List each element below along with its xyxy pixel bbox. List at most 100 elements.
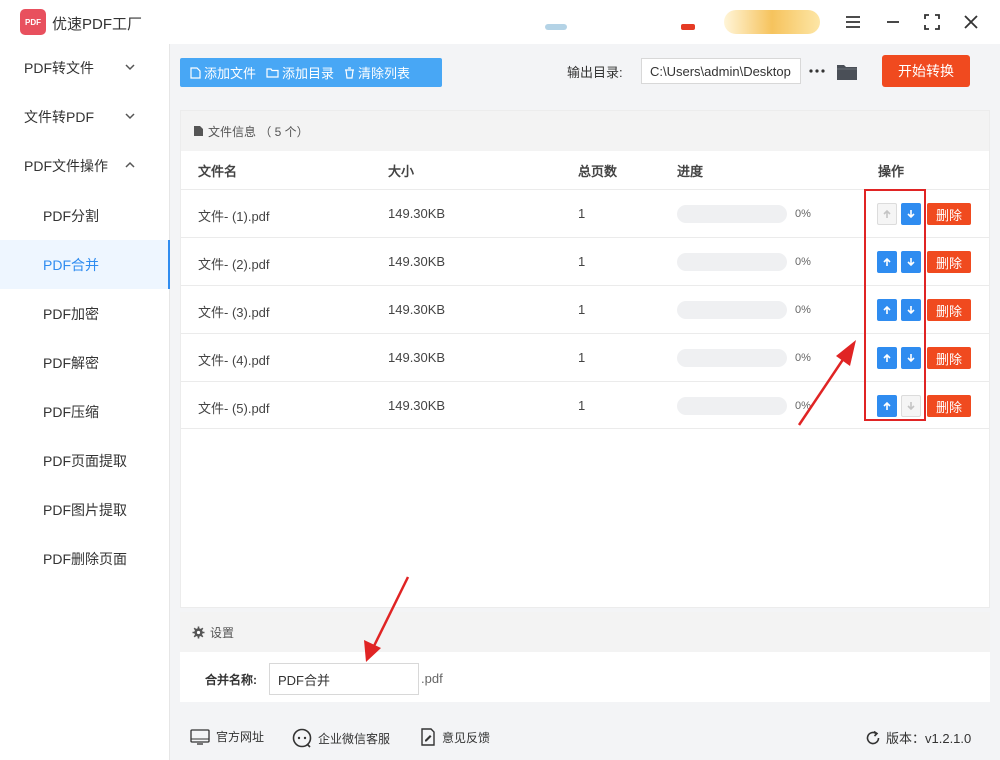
sidebar-item-label: PDF删除页面 bbox=[43, 550, 127, 567]
wechat-service-label: 企业微信客服 bbox=[318, 731, 391, 746]
file-info-header: 文件信息 （ 5 个） bbox=[181, 111, 989, 151]
progress-percent: 0% bbox=[795, 208, 811, 220]
column-header-actions: 操作 bbox=[878, 164, 905, 179]
delete-button[interactable]: 删除 bbox=[927, 299, 971, 321]
version-label: 版本：v1.2.1.0 bbox=[886, 731, 972, 746]
close-icon[interactable] bbox=[957, 8, 985, 36]
more-icon[interactable] bbox=[808, 62, 826, 80]
logo-text: PDF bbox=[25, 17, 41, 27]
file-pages: 1 bbox=[578, 350, 586, 365]
chevron-down-icon bbox=[125, 64, 135, 71]
feedback-label: 意见反馈 bbox=[442, 730, 491, 745]
sidebar-item-pdf-page-extract[interactable]: PDF页面提取 bbox=[0, 436, 170, 485]
promo-decoration bbox=[681, 24, 695, 30]
settings-header: 设置 bbox=[180, 612, 990, 652]
fullscreen-icon[interactable] bbox=[918, 8, 946, 36]
file-pages: 1 bbox=[578, 398, 586, 413]
sidebar-item-label: PDF加密 bbox=[43, 305, 99, 322]
merge-name-input[interactable] bbox=[269, 663, 419, 695]
sidebar-group-pdf-to-file[interactable]: PDF转文件 bbox=[0, 44, 170, 92]
sidebar-item-pdf-split[interactable]: PDF分割 bbox=[0, 191, 170, 240]
chat-icon bbox=[292, 728, 312, 748]
delete-button[interactable]: 删除 bbox=[927, 203, 971, 225]
chevron-down-icon bbox=[125, 113, 135, 120]
trash-icon bbox=[345, 66, 355, 79]
start-convert-button[interactable]: 开始转换 bbox=[882, 55, 970, 87]
sidebar-group-pdf-operations[interactable]: PDF文件操作 bbox=[0, 142, 170, 190]
feedback-icon bbox=[421, 728, 435, 746]
promo-decoration bbox=[545, 24, 567, 30]
app-logo: PDF bbox=[20, 9, 46, 35]
progress-percent: 0% bbox=[795, 256, 811, 268]
file-name: 文件- (5).pdf bbox=[198, 401, 270, 416]
delete-button[interactable]: 删除 bbox=[927, 251, 971, 273]
app-window: PDF 优速PDF工厂 PDF转文件 文件转PDF PDF文件操作 PDF分割 … bbox=[0, 0, 1000, 760]
sidebar: PDF转文件 文件转PDF PDF文件操作 PDF分割 PDF合并 PDF加密 … bbox=[0, 44, 170, 760]
app-title: 优速PDF工厂 bbox=[52, 16, 143, 33]
file-name: 文件- (2).pdf bbox=[198, 257, 270, 272]
add-file-label: 添加文件 bbox=[204, 66, 257, 81]
sidebar-item-pdf-delete-pages[interactable]: PDF删除页面 bbox=[0, 534, 170, 583]
file-size: 149.30KB bbox=[388, 302, 446, 317]
sidebar-group-label: 文件转PDF bbox=[24, 109, 94, 125]
version-info: 版本：v1.2.1.0 bbox=[865, 728, 971, 747]
website-link[interactable]: 官方网址 bbox=[190, 728, 264, 745]
delete-button[interactable]: 删除 bbox=[927, 395, 971, 417]
add-folder-label: 添加目录 bbox=[282, 66, 335, 81]
sidebar-item-label: PDF合并 bbox=[43, 256, 99, 273]
progress-bar bbox=[677, 205, 787, 223]
file-icon bbox=[190, 66, 201, 79]
file-pages: 1 bbox=[578, 254, 586, 269]
sidebar-group-file-to-pdf[interactable]: 文件转PDF bbox=[0, 93, 170, 141]
sidebar-item-pdf-merge[interactable]: PDF合并 bbox=[0, 240, 170, 289]
gear-icon bbox=[192, 626, 205, 638]
settings-panel: 设置 合并名称: .pdf bbox=[180, 612, 990, 702]
progress-bar bbox=[677, 397, 787, 415]
progress-bar bbox=[677, 301, 787, 319]
file-pages: 1 bbox=[578, 302, 586, 317]
progress-bar bbox=[677, 253, 787, 271]
sidebar-item-label: PDF分割 bbox=[43, 207, 99, 224]
delete-button[interactable]: 删除 bbox=[927, 347, 971, 369]
website-icon bbox=[190, 728, 210, 745]
file-size: 149.30KB bbox=[388, 350, 446, 365]
output-dir-label: 输出目录: bbox=[567, 65, 623, 80]
file-name: 文件- (4).pdf bbox=[198, 353, 270, 368]
settings-title: 设置 bbox=[210, 625, 235, 640]
website-label: 官方网址 bbox=[216, 730, 265, 744]
chevron-up-icon bbox=[125, 161, 135, 168]
sidebar-item-pdf-compress[interactable]: PDF压缩 bbox=[0, 387, 170, 436]
promo-banner[interactable] bbox=[724, 10, 820, 34]
annotation-highlight-box bbox=[864, 189, 926, 421]
sidebar-item-label: PDF解密 bbox=[43, 354, 99, 371]
feedback-link[interactable]: 意见反馈 bbox=[420, 728, 490, 746]
sidebar-item-label: PDF图片提取 bbox=[43, 501, 127, 518]
sidebar-item-pdf-decrypt[interactable]: PDF解密 bbox=[0, 338, 170, 387]
file-icon bbox=[194, 126, 203, 136]
menu-icon[interactable] bbox=[839, 8, 867, 36]
file-pages: 1 bbox=[578, 206, 586, 221]
file-size: 149.30KB bbox=[388, 254, 446, 269]
file-size: 149.30KB bbox=[388, 206, 446, 221]
sidebar-item-pdf-encrypt[interactable]: PDF加密 bbox=[0, 289, 170, 338]
progress-percent: 0% bbox=[795, 352, 811, 364]
clear-list-button[interactable]: 清除列表 bbox=[339, 58, 415, 87]
column-header-pages: 总页数 bbox=[578, 164, 618, 179]
refresh-icon[interactable] bbox=[865, 730, 881, 746]
minimize-button[interactable] bbox=[879, 8, 907, 36]
progress-percent: 0% bbox=[795, 400, 811, 412]
title-bar: PDF 优速PDF工厂 bbox=[0, 0, 1000, 44]
sidebar-item-pdf-image-extract[interactable]: PDF图片提取 bbox=[0, 485, 170, 534]
folder-icon[interactable] bbox=[836, 61, 858, 81]
toolbar: 添加文件 添加目录 清除列表 bbox=[180, 58, 442, 87]
merge-name-label: 合并名称: bbox=[205, 673, 257, 687]
merge-name-extension: .pdf bbox=[421, 671, 443, 686]
output-dir-input[interactable] bbox=[641, 58, 801, 84]
add-folder-button[interactable]: 添加目录 bbox=[261, 58, 339, 87]
wechat-service-link[interactable]: 企业微信客服 bbox=[292, 728, 390, 748]
column-header-name: 文件名 bbox=[198, 164, 238, 179]
sidebar-group-label: PDF文件操作 bbox=[24, 158, 108, 174]
add-file-button[interactable]: 添加文件 bbox=[185, 58, 261, 87]
file-info-title: 文件信息 （ 5 个） bbox=[208, 124, 309, 139]
column-header-size: 大小 bbox=[388, 164, 415, 179]
